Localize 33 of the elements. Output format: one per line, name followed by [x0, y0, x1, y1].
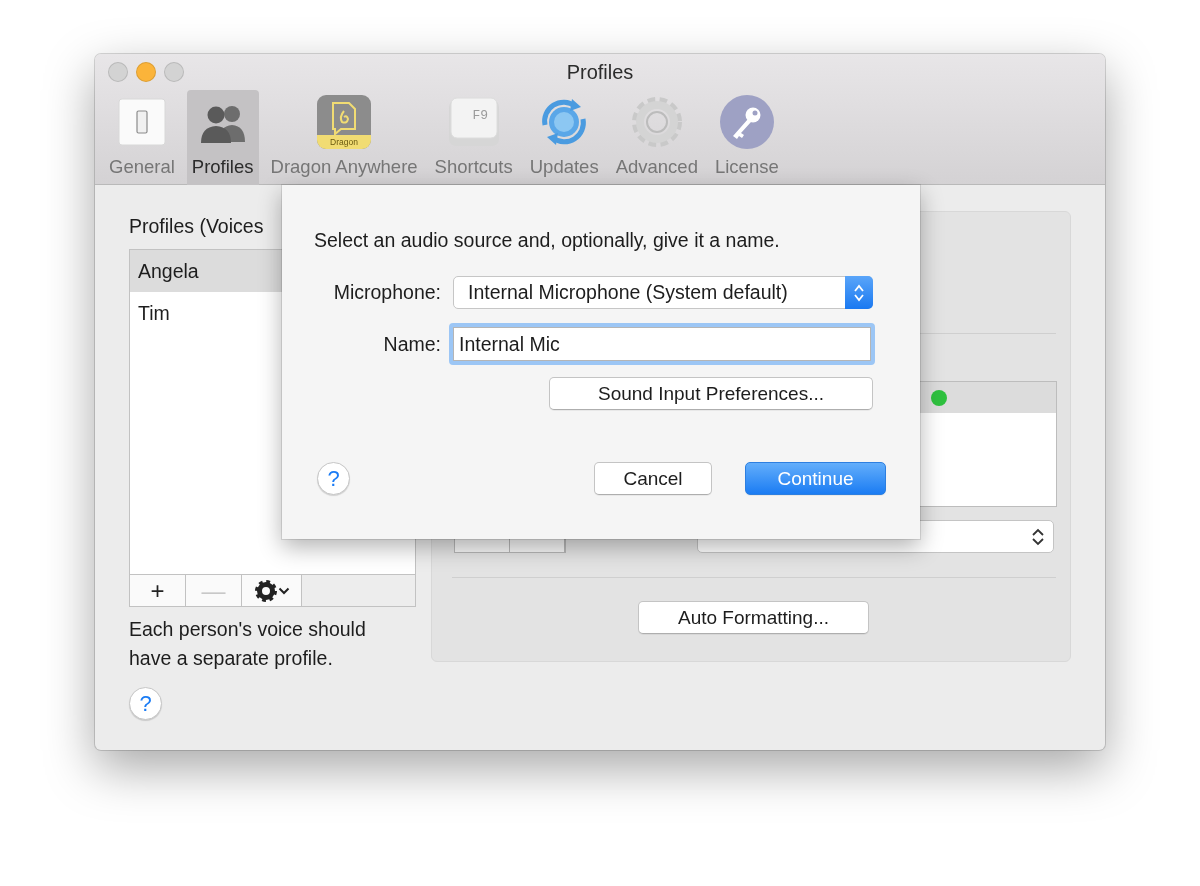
help-button[interactable]: ? [129, 687, 162, 720]
switch-icon [117, 98, 166, 146]
gear-icon [629, 95, 684, 149]
chevron-down-icon [277, 586, 290, 595]
section-heading: Profiles (Voices [129, 215, 264, 237]
close-button[interactable] [108, 62, 128, 82]
microphone-popup[interactable]: Internal Microphone (System default) [453, 276, 873, 309]
help-button[interactable]: ? [317, 462, 350, 495]
key-icon [719, 95, 774, 149]
toolbar-tab[interactable]: License [709, 90, 784, 185]
continue-button[interactable]: Continue [745, 462, 886, 495]
minimize-button[interactable] [136, 62, 156, 82]
field-label: Name: [382, 332, 441, 356]
name-field[interactable]: Internal Mic [449, 323, 875, 365]
hint-text: Each person's voice should have a separate profile. [129, 617, 367, 671]
chevron-updown-icon [853, 282, 865, 303]
toolbar-tab[interactable]: Dragon Dragon Anywhere [265, 90, 423, 185]
toolbar-tab[interactable]: Advanced [610, 90, 703, 185]
gear-icon [253, 578, 278, 603]
chevron-updown-icon [1031, 528, 1045, 546]
cancel-button[interactable]: Cancel [594, 462, 712, 495]
toolbar-tab[interactable]: F9 Shortcuts [429, 90, 518, 185]
toolbar-tab[interactable]: General [104, 90, 180, 185]
add-button[interactable]: + [130, 575, 186, 606]
window-title: Profiles [566, 60, 634, 83]
zoom-button[interactable] [164, 62, 184, 82]
action-menu-button[interactable] [242, 575, 302, 606]
sound-preferences-button[interactable]: Sound Input Preferences... [549, 377, 873, 410]
sheet-message: Select an audio source and, optionally, give it a name. [314, 229, 781, 252]
toolbar-tab[interactable]: Profiles [186, 90, 259, 185]
auto-formatting-button[interactable]: Auto Formatting... [638, 601, 869, 634]
toolbar-tab[interactable]: Updates [524, 90, 604, 185]
app-icon: Dragon [317, 95, 372, 149]
